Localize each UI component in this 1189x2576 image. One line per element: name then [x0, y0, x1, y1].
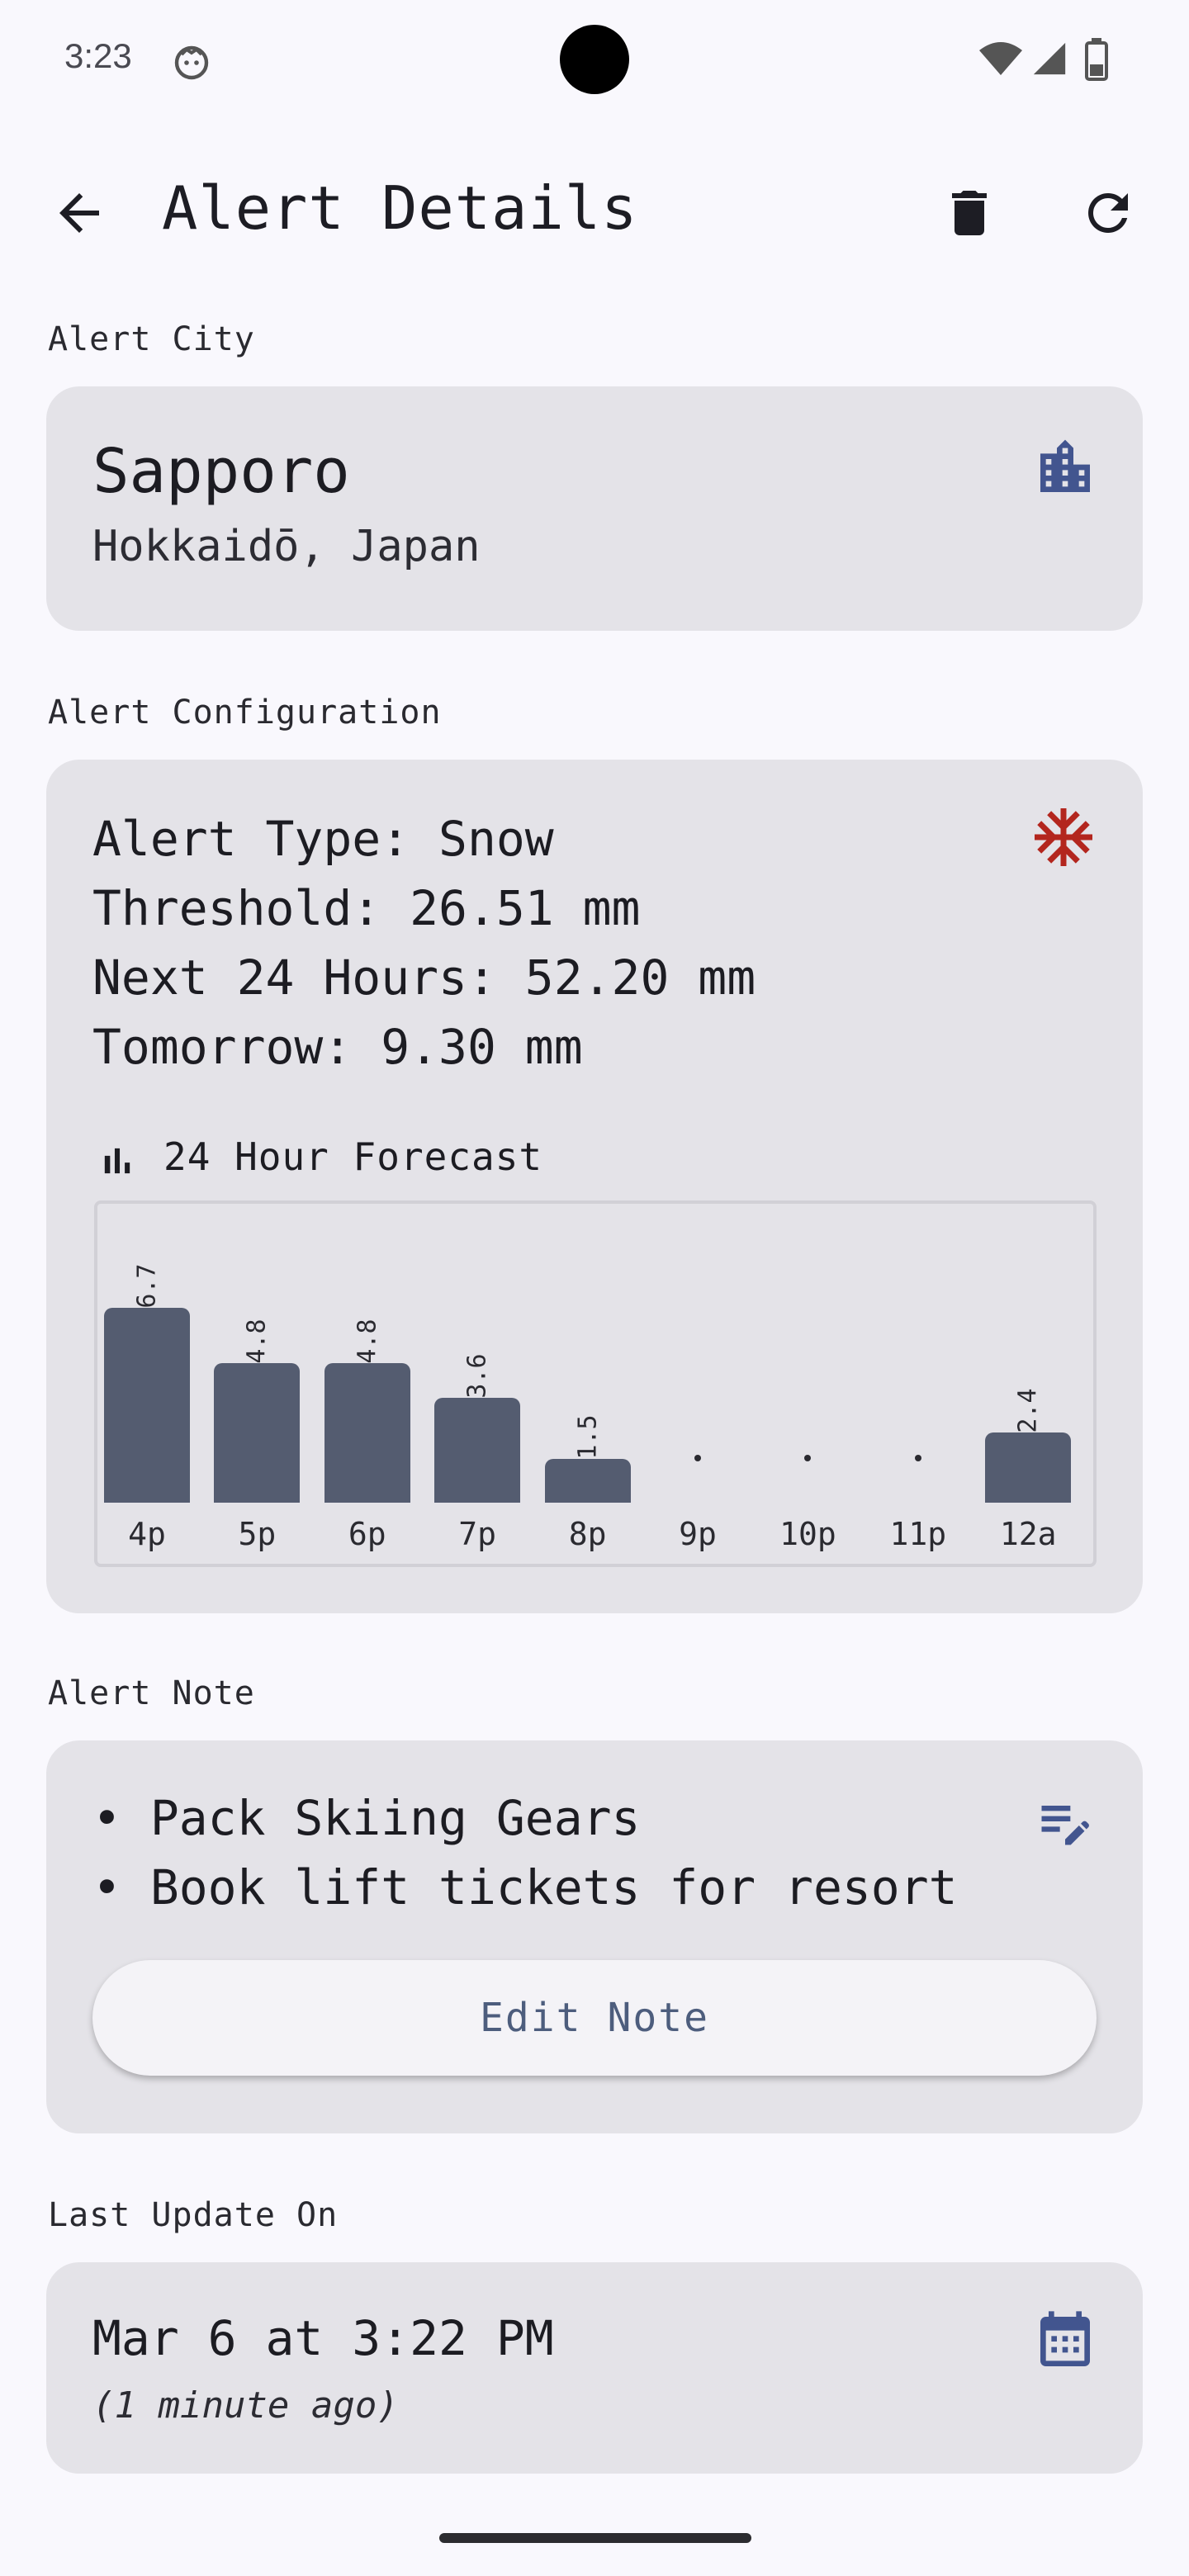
- home-indicator[interactable]: [439, 2533, 751, 2543]
- chart-x-tick: 10p: [779, 1516, 836, 1552]
- alert-city-label: Alert City: [48, 320, 255, 358]
- chart-value-label: 4.8: [353, 1319, 382, 1364]
- battery-icon: [1085, 38, 1108, 81]
- chart-x-tick: 5p: [238, 1516, 277, 1552]
- alert-type-line: Alert Type: Snow: [92, 811, 554, 867]
- bar-chart-icon: [104, 1148, 130, 1174]
- chart-value-label: 1.5: [573, 1414, 603, 1460]
- chart-x-tick: 7p: [458, 1516, 497, 1552]
- update-card: Mar 6 at 3:22 PM (1 minute ago): [46, 2262, 1143, 2474]
- chart-bar: [214, 1362, 301, 1503]
- chart-bar: [104, 1308, 190, 1503]
- threshold-line: Threshold: 26.51 mm: [92, 880, 641, 936]
- back-arrow-icon[interactable]: [50, 183, 109, 243]
- chart-x-tick: 4p: [128, 1516, 166, 1552]
- status-time: 3:23: [64, 36, 132, 75]
- chart-x-tick: 8p: [568, 1516, 607, 1552]
- update-datetime: Mar 6 at 3:22 PM: [92, 2310, 554, 2366]
- chart-x-tick: 9p: [679, 1516, 717, 1552]
- notification-icon: [174, 45, 209, 80]
- chart-zero-marker: [914, 1455, 921, 1461]
- chart-x-tick: 6p: [348, 1516, 386, 1552]
- chart-value-label: 4.8: [242, 1319, 272, 1364]
- page-title: Alert Details: [162, 173, 638, 243]
- tomorrow-line: Tomorrow: 9.30 mm: [92, 1019, 583, 1075]
- chart-zero-marker: [694, 1455, 701, 1461]
- alert-configuration-label: Alert Configuration: [48, 694, 442, 732]
- city-card: Sapporo Hokkaidō, Japan: [46, 386, 1143, 631]
- chart-bar: [434, 1398, 521, 1503]
- chart-value-label: 2.4: [1013, 1388, 1043, 1434]
- signal-icon: [1033, 42, 1066, 75]
- refresh-icon[interactable]: [1078, 183, 1138, 243]
- edit-note-icon: [1041, 1806, 1089, 1845]
- chart-x-tick: 12a: [999, 1516, 1057, 1552]
- city-name: Sapporo: [92, 436, 350, 507]
- chart-value-label: 6.7: [132, 1263, 162, 1309]
- delete-icon[interactable]: [940, 183, 999, 243]
- snowflake-icon: [1035, 808, 1092, 866]
- chart-bar: [324, 1362, 410, 1503]
- wifi-icon: [979, 42, 1022, 75]
- chart-x-tick: 11p: [889, 1516, 947, 1552]
- note-item: • Pack Skiing Gears: [92, 1790, 641, 1846]
- forecast-chart: 6.7 4p 4.8 5p 4.8 6p 3.6 7p 1.5 8p 9p 10p 11p 2.4 12a: [94, 1200, 1097, 1567]
- forecast-title: 24 Hour Forecast: [163, 1134, 543, 1179]
- chart-value-label: 3.6: [462, 1353, 492, 1399]
- chart-zero-marker: [804, 1455, 812, 1461]
- edit-note-button[interactable]: Edit Note: [92, 1960, 1097, 2076]
- camera-cutout: [560, 25, 629, 94]
- update-relative: (1 minute ago): [92, 2384, 399, 2427]
- next-24-hours-line: Next 24 Hours: 52.20 mm: [92, 949, 756, 1006]
- city-building-icon: [1040, 439, 1090, 492]
- calendar-icon: [1040, 2311, 1090, 2366]
- alert-note-label: Alert Note: [48, 1674, 255, 1712]
- last-update-label: Last Update On: [48, 2196, 339, 2234]
- city-region: Hokkaidō, Japan: [92, 522, 481, 571]
- note-item: • Book lift tickets for resort: [92, 1859, 958, 1915]
